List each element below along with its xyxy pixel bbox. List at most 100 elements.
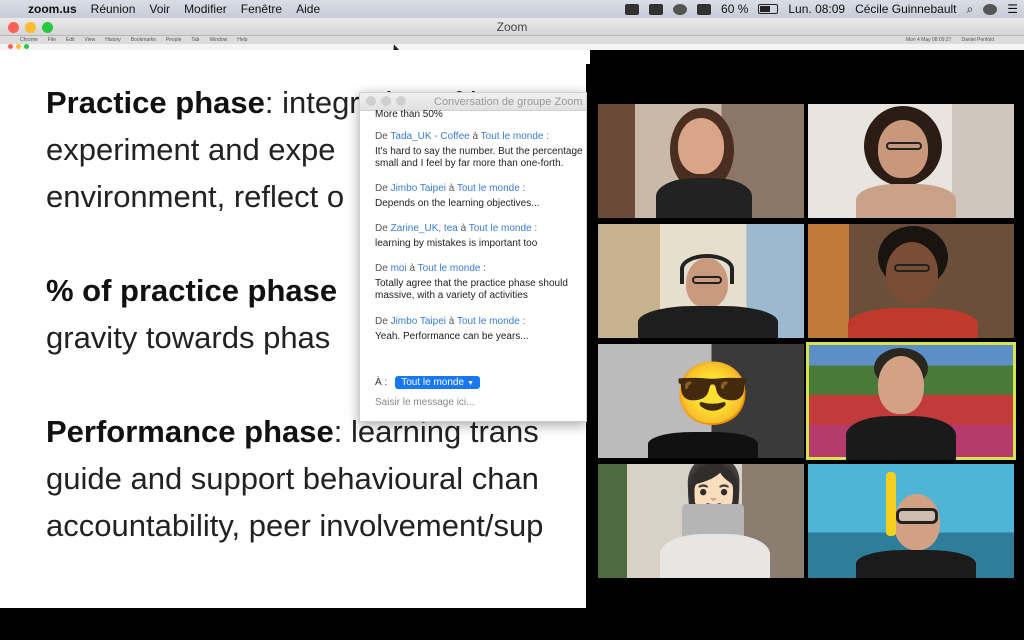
remote-menu-item: Edit: [65, 37, 75, 43]
participant-video[interactable]: [598, 224, 804, 338]
participant-video[interactable]: 😎: [598, 344, 804, 458]
participant-video[interactable]: [808, 224, 1014, 338]
chat-colon: :: [534, 223, 538, 234]
sunglasses-emoji-icon: 😎: [674, 360, 752, 429]
participant-face: [878, 356, 924, 414]
remote-close-icon: [8, 44, 13, 49]
remote-zoom-icon: [24, 44, 29, 49]
menu-app-name[interactable]: zoom.us: [28, 2, 77, 16]
chat-recipient-dropdown[interactable]: Tout le monde ▼: [395, 376, 480, 389]
participant-video[interactable]: [808, 104, 1014, 218]
chat-recipient[interactable]: Tout le monde: [418, 263, 481, 274]
chat-from-prefix: De: [375, 183, 388, 194]
chat-message-header: De Jimbo Taipei à Tout le monde :: [375, 183, 586, 195]
battery-percent: 60 %: [721, 2, 749, 16]
menu-voir[interactable]: Voir: [149, 2, 170, 16]
chat-message-text: Totally agree that the practice phase sh…: [375, 278, 568, 289]
participant-body: [648, 432, 758, 458]
bottom-bar: [0, 608, 1024, 640]
menu-fenetre[interactable]: Fenêtre: [241, 2, 282, 16]
participant-body: [856, 184, 956, 218]
chat-title: Conversation de groupe Zoom: [434, 96, 583, 108]
chat-minimize-button[interactable]: [381, 96, 391, 106]
participant-face: [678, 118, 724, 174]
chevron-down-icon: ▼: [467, 380, 474, 387]
chat-sender[interactable]: Jimbo Taipei: [391, 316, 446, 327]
minimize-window-button[interactable]: [25, 22, 36, 33]
chat-message-text: Yeah. Performance can be years...: [375, 331, 529, 342]
close-window-button[interactable]: [8, 22, 19, 33]
chat-window-controls: [366, 96, 406, 106]
menubar-user[interactable]: Cécile Guinnebault: [855, 2, 956, 16]
chat-recipient[interactable]: Tout le monde: [469, 223, 532, 234]
siri-icon[interactable]: [983, 3, 998, 15]
chat-from-prefix: De: [375, 316, 388, 327]
remote-menu-item: History: [105, 37, 121, 43]
remote-menu-item: File: [47, 37, 56, 43]
remote-menu-item: People: [165, 37, 182, 43]
chat-recipient[interactable]: Tout le monde: [481, 131, 544, 142]
remote-clock: Mon 4 May 08:09:27: [905, 37, 952, 43]
chat-message-text: It's hard to say the number. But the per…: [375, 146, 583, 157]
chat-message-header: De Zarine_UK, tea à Tout le monde :: [375, 223, 586, 235]
battery-icon[interactable]: [758, 4, 779, 14]
participant-body: [856, 550, 976, 578]
chat-to-label: À :: [375, 377, 388, 388]
diving-mask-icon: [896, 508, 938, 524]
slide-line: guide and support behavioural chan: [46, 461, 539, 496]
chat-message-partial: More than 50%: [375, 109, 443, 120]
chat-message-text: massive, with a variety of activities: [375, 290, 528, 301]
sync-icon[interactable]: [673, 3, 688, 15]
glasses-icon: [886, 142, 922, 150]
participant-body: [656, 178, 752, 218]
menubar-clock[interactable]: Lun. 08:09: [788, 2, 845, 16]
chat-message: De Zarine_UK, tea à Tout le monde : lear…: [375, 223, 586, 250]
chat-message-text: learning by mistakes is important too: [375, 238, 538, 249]
menu-modifier[interactable]: Modifier: [184, 2, 227, 16]
group-chat-panel: Conversation de groupe Zoom More than 50…: [359, 92, 587, 422]
wifi-icon[interactable]: [697, 3, 712, 15]
chat-recipient[interactable]: Tout le monde: [457, 183, 520, 194]
participant-video[interactable]: [598, 104, 804, 218]
chat-recipient[interactable]: Tout le monde: [457, 316, 520, 327]
remote-minimize-icon: [16, 44, 21, 49]
participant-video-active-speaker[interactable]: [806, 342, 1016, 460]
chat-sender[interactable]: Tada_UK - Coffee: [390, 131, 469, 142]
chat-sender[interactable]: Jimbo Taipei: [391, 183, 446, 194]
notification-center-icon[interactable]: ☰: [1007, 2, 1018, 16]
participant-body: [660, 534, 770, 578]
chat-message: De Jimbo Taipei à Tout le monde : Yeah. …: [375, 316, 586, 343]
glasses-icon: [894, 264, 930, 272]
participant-body: [848, 308, 978, 338]
zoom-window-button[interactable]: [42, 22, 53, 33]
chat-message-header: De moi à Tout le monde :: [375, 263, 586, 275]
chat-colon: :: [546, 131, 550, 142]
participant-video[interactable]: 👩🏻: [598, 464, 804, 578]
spotlight-search-icon[interactable]: ⌕: [967, 2, 974, 17]
menu-aide[interactable]: Aide: [296, 2, 320, 16]
cloud-icon[interactable]: [649, 3, 664, 15]
chat-sender[interactable]: Zarine_UK, tea: [391, 223, 458, 234]
participant-body: [638, 306, 778, 338]
remote-user: Daniel Penfold: [961, 37, 994, 43]
menu-reunion[interactable]: Réunion: [91, 2, 136, 16]
participant-video[interactable]: [808, 464, 1014, 578]
chat-to-word: à: [448, 316, 455, 327]
chat-message-header: De Jimbo Taipei à Tout le monde :: [375, 316, 586, 328]
window-title: Zoom: [496, 20, 528, 34]
chat-sender[interactable]: moi: [391, 263, 407, 274]
remote-menu-item: Bookmarks: [130, 37, 156, 43]
chat-message-input[interactable]: [375, 397, 580, 408]
chat-close-button[interactable]: [366, 96, 376, 106]
snorkel-icon: [886, 472, 896, 536]
remote-window-controls: [8, 44, 29, 49]
chat-zoom-button[interactable]: [396, 96, 406, 106]
slide-line: accountability, peer involvement/sup: [46, 508, 544, 543]
menubar-status-area: 60 % Lun. 08:09 Cécile Guinnebault ⌕ ☰: [625, 0, 1018, 18]
slide-line: environment, reflect o: [46, 179, 345, 214]
chat-recipient-row: À : Tout le monde ▼: [375, 376, 480, 389]
zoom-status-icon[interactable]: [625, 3, 640, 15]
slide-bold-term: Performance phase: [46, 414, 334, 449]
zoom-window-titlebar: Zoom: [0, 18, 1024, 36]
chat-to-word: à: [472, 131, 479, 142]
